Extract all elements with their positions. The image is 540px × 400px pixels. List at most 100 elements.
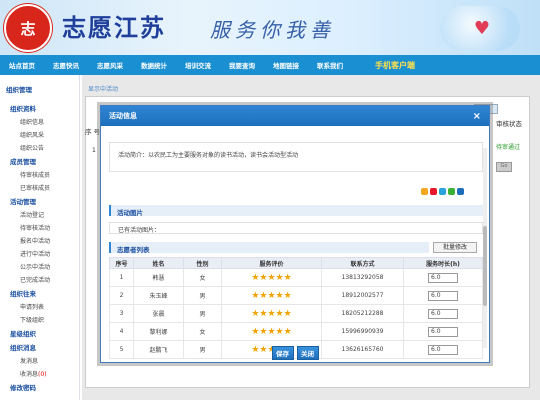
bg-status-header: 审核状态 — [496, 120, 522, 128]
sidebar-item-pending-activities[interactable]: 待审核活动 — [20, 223, 79, 232]
cell-hours: 6.0 — [403, 286, 483, 305]
col-gender: 性别 — [183, 257, 222, 269]
share-renren-icon[interactable] — [457, 188, 464, 195]
table-row: 4 黎利娜女 ★★★★★ 15996990939 6.0 — [109, 322, 483, 341]
bg-seq-header: 序 号 — [85, 128, 101, 136]
nav-contact[interactable]: 联系我们 — [308, 60, 352, 70]
unread-count-badge: (0) — [38, 371, 47, 378]
save-button[interactable]: 保存 — [271, 346, 294, 360]
sidebar-group-star-org[interactable]: 星级组织 — [10, 328, 79, 338]
col-hours: 服务时长(h) — [403, 257, 483, 269]
share-qzone-icon[interactable] — [421, 188, 428, 195]
hours-input[interactable]: 6.0 — [428, 326, 458, 337]
sidebar-item-public-activities[interactable]: 公示中活动 — [20, 262, 79, 271]
sidebar-item-inbox[interactable]: 收消息(0) — [20, 369, 79, 378]
cell-rating: ★★★★★ — [221, 304, 322, 323]
share-tqq-icon[interactable] — [439, 188, 446, 195]
heart-icon: ♥ — [473, 18, 490, 39]
bg-go-button[interactable]: Go — [496, 162, 512, 172]
table-row: 3 张晨男 ★★★★★ 18205212288 6.0 — [109, 304, 483, 323]
cell-phone: 18205212288 — [321, 304, 404, 323]
nav-training[interactable]: 培训交流 — [176, 60, 220, 70]
cell-name: 黎利娜 — [133, 322, 184, 341]
close-button[interactable]: 关闭 — [296, 346, 319, 360]
modal-titlebar: 活动信息 × — [101, 106, 489, 126]
sidebar: 组织管理 组织资料 组织信息 组织风采 组织公告 成员管理 待审核成员 已审核成… — [0, 75, 80, 400]
site-slogan: 服务你我善 — [210, 18, 335, 42]
nav-home[interactable]: 站点首页 — [0, 60, 44, 70]
modal-title: 活动信息 — [109, 112, 137, 120]
logo-text: 志 — [20, 20, 36, 38]
sidebar-item-org-notice[interactable]: 组织公告 — [20, 143, 79, 152]
table-header-row: 序号 姓名 性别 服务评价 联系方式 服务时长(h) — [109, 257, 483, 269]
sidebar-item-finished-activities[interactable]: 已完成活动 — [20, 275, 79, 284]
nav-mobile-client[interactable]: 手机客户端 — [366, 60, 424, 71]
sidebar-item-org-info[interactable]: 组织信息 — [20, 117, 79, 126]
cell-seq: 3 — [109, 304, 134, 323]
breadcrumb[interactable]: 显示中活动 — [88, 84, 118, 93]
sidebar-item-sub-orgs[interactable]: 下级组织 — [20, 315, 79, 324]
col-phone: 联系方式 — [321, 257, 404, 269]
sidebar-group-org-info[interactable]: 组织资料 — [10, 103, 79, 113]
sidebar-item-signup-activities[interactable]: 报名中活动 — [20, 236, 79, 245]
cell-name: 朱玉峰 — [133, 286, 184, 305]
sidebar-item-approved-members[interactable]: 已审核成员 — [20, 183, 79, 192]
share-weibo-icon[interactable] — [430, 188, 437, 195]
cell-rating: ★★★★★ — [221, 268, 322, 287]
sidebar-item-pending-members[interactable]: 待审核成员 — [20, 170, 79, 179]
hours-input[interactable]: 6.0 — [428, 272, 458, 283]
bg-row-number: 1 — [92, 147, 96, 154]
cell-phone: 13813292058 — [321, 268, 404, 287]
volunteer-table: 序号 姓名 性别 服务评价 联系方式 服务时长(h) 1 韩慧女 ★★★★★ 1381… — [109, 257, 483, 359]
logo[interactable]: 志 — [4, 4, 52, 52]
nav-query[interactable]: 我要查询 — [220, 60, 264, 70]
nav-news[interactable]: 志愿快讯 — [44, 60, 88, 70]
site-header: 志 志愿江苏 服务你我善 ♥ — [0, 0, 540, 55]
cell-hours: 6.0 — [403, 304, 483, 323]
cell-rating: ★★★★★ — [221, 322, 322, 341]
sidebar-item-applications[interactable]: 申请列表 — [20, 302, 79, 311]
sidebar-group-change-password[interactable]: 修改密码 — [10, 382, 79, 392]
site-brand: 志愿江苏 — [62, 13, 166, 42]
star-rating-icon[interactable]: ★★★★★ — [251, 327, 291, 337]
share-wechat-icon[interactable] — [448, 188, 455, 195]
cell-hours: 6.0 — [403, 268, 483, 287]
cell-name: 韩慧 — [133, 268, 184, 287]
star-rating-icon[interactable]: ★★★★★ — [251, 291, 291, 301]
table-row: 2 朱玉峰男 ★★★★★ 18912002577 6.0 — [109, 286, 483, 305]
sidebar-group-messages[interactable]: 组织消息 — [10, 342, 79, 352]
cell-gender: 女 — [183, 322, 222, 341]
nav-style[interactable]: 志愿风采 — [88, 60, 132, 70]
table-row: 1 韩慧女 ★★★★★ 13813292058 6.0 — [109, 268, 483, 287]
sidebar-title: 组织管理 — [6, 86, 32, 94]
cell-gender: 女 — [183, 268, 222, 287]
nav-map[interactable]: 地图链接 — [264, 60, 308, 70]
modal-footer: 保存 关闭 — [101, 346, 489, 364]
share-icons — [421, 188, 464, 195]
close-icon[interactable]: × — [473, 111, 481, 122]
volunteers-section-header: 志愿者列表 — [109, 242, 429, 254]
sidebar-group-members[interactable]: 成员管理 — [10, 156, 79, 166]
sidebar-item-org-style[interactable]: 组织风采 — [20, 130, 79, 139]
col-rating: 服务评价 — [221, 257, 322, 269]
sidebar-item-inbox-label: 收消息 — [20, 371, 39, 378]
modal-scrollbar-thumb[interactable] — [483, 226, 487, 306]
cell-seq: 2 — [109, 286, 134, 305]
cell-hours: 6.0 — [403, 322, 483, 341]
sidebar-group-org-relations[interactable]: 组织往来 — [10, 288, 79, 298]
sidebar-item-send-message[interactable]: 发消息 — [20, 356, 79, 365]
cell-phone: 15996990939 — [321, 322, 404, 341]
volunteer-rows: 1 韩慧女 ★★★★★ 13813292058 6.0 2 朱玉峰男 ★★★★★ 1891200… — [109, 268, 483, 359]
star-rating-icon[interactable]: ★★★★★ — [251, 273, 291, 283]
sidebar-item-ongoing-activities[interactable]: 进行中活动 — [20, 249, 79, 258]
star-rating-icon[interactable]: ★★★★★ — [251, 309, 291, 319]
photos-row: 已有活动图片： — [109, 222, 483, 234]
nav-stats[interactable]: 数据统计 — [132, 60, 176, 70]
batch-edit-button[interactable]: 批量修改 — [433, 242, 477, 253]
cell-gender: 男 — [183, 286, 222, 305]
hours-input[interactable]: 6.0 — [428, 290, 458, 301]
sidebar-group-activities[interactable]: 活动管理 — [10, 196, 79, 206]
activity-info-modal: 活动信息 × 活动简介：以农民工为主要服务对象的读书活动，读书会活动型活动 活动… — [100, 105, 490, 363]
hours-input[interactable]: 6.0 — [428, 308, 458, 319]
sidebar-item-activity-register[interactable]: 活动登记 — [20, 210, 79, 219]
